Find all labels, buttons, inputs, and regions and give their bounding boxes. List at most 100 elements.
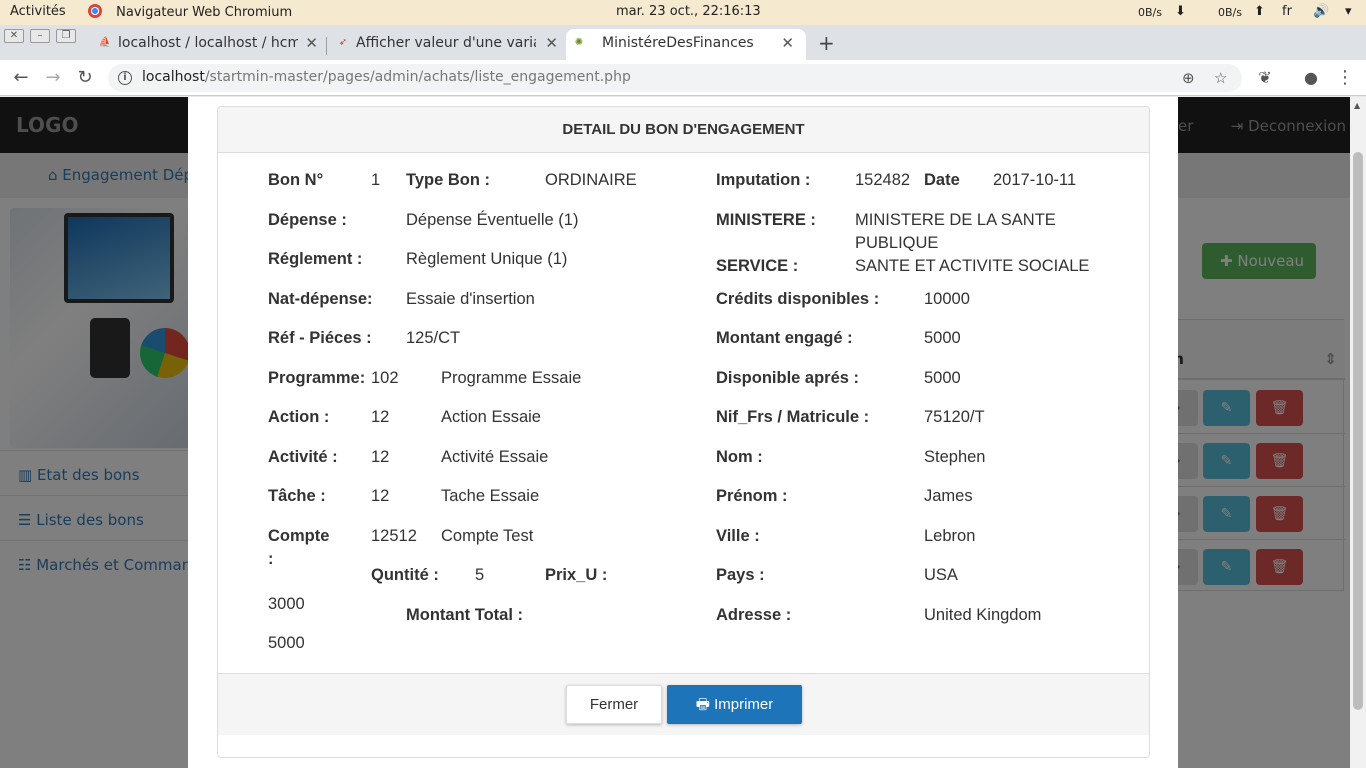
system-menu-arrow-icon[interactable]: ▾ — [1345, 4, 1352, 19]
detail-modal: DETAIL DU BON D'ENGAGEMENT Bon N° 1 Type… — [217, 106, 1150, 758]
tab-strip: ✕ – ❐ ⛵ localhost / localhost / hcm ✕ ➶ … — [0, 25, 1366, 60]
browser-menu-icon[interactable]: ⋮ — [1334, 67, 1356, 89]
nom-label: Nom : — [716, 448, 763, 466]
programme-name: Programme Essaie — [441, 369, 582, 387]
back-button[interactable]: ← — [10, 67, 32, 89]
down-arrow-icon: ⬇ — [1175, 4, 1186, 19]
scroll-up-arrow-icon[interactable]: ▲ — [1354, 101, 1360, 110]
chromium-app-menu[interactable]: Navigateur Web Chromium — [88, 4, 292, 20]
tab-stackoverflow[interactable]: ➶ Afficher valeur d'une variable ✕ — [330, 29, 564, 60]
new-tab-button[interactable]: + — [818, 31, 835, 55]
type-bon-value: ORDINAIRE — [545, 171, 637, 189]
tab-title: Afficher valeur d'une variable — [356, 35, 536, 51]
action-name: Action Essaie — [441, 408, 541, 426]
speaker-icon[interactable]: 🔊 — [1313, 4, 1329, 19]
compte-name: Compte Test — [441, 527, 534, 545]
activite-label: Activité : — [268, 448, 338, 466]
action-code: 12 — [371, 408, 390, 426]
stack-icon: ➶ — [338, 37, 348, 48]
quantite-label: Quntité : — [371, 566, 439, 584]
url-host: localhost — [142, 69, 205, 85]
tache-code: 12 — [371, 487, 390, 505]
credits-value: 10000 — [924, 290, 970, 308]
zoom-icon[interactable]: ⊕ — [1182, 69, 1195, 87]
modal-footer: Fermer 🖶 Imprimer — [218, 673, 1149, 735]
nom-value: Stephen — [924, 448, 986, 466]
browser-toolbar: ← → ↻ i localhost/startmin-master/pages/… — [0, 60, 1366, 96]
disponible-label: Disponible aprés : — [716, 369, 860, 387]
disponible-value: 5000 — [924, 369, 961, 387]
close-tab-icon[interactable]: ✕ — [305, 34, 318, 52]
address-bar[interactable]: i localhost/startmin-master/pages/admin/… — [108, 64, 1242, 92]
montant-total-label: Montant Total : — [406, 606, 523, 624]
action-label: Action : — [268, 408, 330, 426]
bookmark-star-icon[interactable]: ☆ — [1214, 69, 1227, 87]
activite-code: 12 — [371, 448, 390, 466]
clock[interactable]: mar. 23 oct., 22:16:13 — [616, 4, 761, 19]
compte-code: 12512 — [371, 527, 417, 545]
forward-button[interactable]: → — [42, 67, 64, 89]
net-up-speed: 0B/s — [1218, 6, 1242, 19]
close-tab-icon[interactable]: ✕ — [781, 34, 794, 52]
compte-label: Compte — [268, 527, 330, 545]
depense-label: Dépense : — [268, 211, 347, 229]
window-minimize-button[interactable]: – — [30, 29, 50, 43]
service-value: SANTE ET ACTIVITE SOCIALE — [855, 257, 1090, 275]
montant-engage-value: 5000 — [924, 329, 961, 347]
bon-no-value: 1 — [371, 171, 381, 189]
scrollbar-thumb[interactable] — [1353, 152, 1363, 710]
prix-u-value: 3000 — [268, 595, 305, 613]
tab-phpmyadmin[interactable]: ⛵ localhost / localhost / hcm ✕ — [92, 29, 324, 60]
tab-title: localhost / localhost / hcm — [118, 35, 298, 51]
print-button[interactable]: 🖶 Imprimer — [667, 685, 802, 724]
nat-depense-label: Nat-dépense: — [268, 290, 373, 308]
quantite-value: 5 — [475, 566, 485, 584]
ministere-label: MINISTERE : — [716, 211, 816, 229]
adresse-label: Adresse : — [716, 606, 792, 624]
tache-label: Tâche : — [268, 487, 326, 505]
close-button[interactable]: Fermer — [566, 685, 662, 724]
page-scrollbar[interactable]: ▲ — [1350, 97, 1366, 768]
prenom-value: James — [924, 487, 973, 505]
montant-total-value: 5000 — [268, 634, 305, 652]
activities-button[interactable]: Activités — [10, 4, 66, 19]
nif-label: Nif_Frs / Matricule : — [716, 408, 870, 426]
nat-depense-value: Essaie d'insertion — [406, 290, 535, 308]
keyboard-layout[interactable]: fr — [1282, 4, 1292, 19]
compte-label-colon: : — [268, 550, 274, 568]
ref-pieces-value: 125/CT — [406, 329, 461, 347]
up-arrow-icon: ⬆ — [1254, 4, 1265, 19]
montant-engage-label: Montant engagé : — [716, 329, 853, 347]
modal-title: DETAIL DU BON D'ENGAGEMENT — [218, 107, 1149, 153]
window-close-button[interactable]: ✕ — [4, 29, 24, 43]
reglement-label: Réglement : — [268, 250, 363, 268]
reglement-value: Règlement Unique (1) — [406, 250, 568, 268]
extension-icon[interactable]: ❦ — [1254, 67, 1276, 89]
credits-label: Crédits disponibles : — [716, 290, 880, 308]
ville-label: Ville : — [716, 527, 760, 545]
tab-title: MinistéreDesFinances — [602, 35, 754, 51]
close-tab-icon[interactable]: ✕ — [545, 34, 558, 52]
chromium-icon — [88, 4, 102, 18]
tab-ministeredesfinances[interactable]: ✺ MinistéreDesFinances ✕ — [566, 29, 806, 60]
ministere-value-line1: MINISTERE DE LA SANTE — [855, 211, 1056, 229]
emblem-icon: ✺ — [574, 37, 584, 48]
bon-no-label: Bon N° — [268, 171, 324, 189]
reload-button[interactable]: ↻ — [74, 67, 96, 89]
nif-value: 75120/T — [924, 408, 985, 426]
service-label: SERVICE : — [716, 257, 799, 275]
date-value: 2017-10-11 — [993, 171, 1077, 189]
site-info-icon[interactable]: i — [118, 71, 132, 85]
modal-body: Bon N° 1 Type Bon : ORDINAIRE Dépense : … — [218, 153, 1149, 673]
phpmyadmin-icon: ⛵ — [98, 37, 112, 48]
type-bon-label: Type Bon : — [406, 171, 491, 189]
prenom-label: Prénom : — [716, 487, 788, 505]
account-icon[interactable]: ● — [1300, 67, 1322, 89]
net-down-speed: 0B/s — [1138, 6, 1162, 19]
ref-pieces-label: Réf - Piéces : — [268, 329, 372, 347]
imputation-value: 152482 — [855, 171, 911, 189]
imputation-label: Imputation : — [716, 171, 811, 189]
window-maximize-button[interactable]: ❐ — [56, 29, 76, 43]
pays-value: USA — [924, 566, 958, 584]
system-top-bar: Activités Navigateur Web Chromium mar. 2… — [0, 0, 1366, 25]
